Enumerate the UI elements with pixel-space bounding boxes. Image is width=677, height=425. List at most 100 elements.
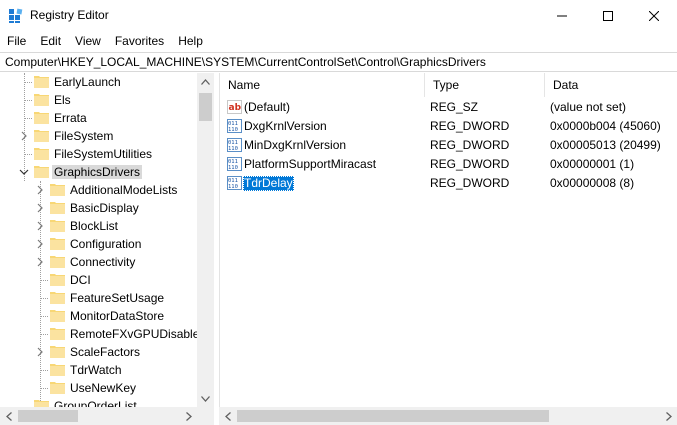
tree-item-filesystemutilities[interactable]: FileSystemUtilities (0, 145, 197, 163)
value-name: TdrDelay (243, 176, 294, 191)
svg-text:ab: ab (229, 103, 242, 113)
scroll-up-button[interactable] (197, 73, 214, 90)
folder-icon (50, 292, 65, 304)
tree-item-filesystem[interactable]: FileSystem (0, 127, 197, 145)
dword-value-icon: 011110 (227, 176, 242, 190)
chevron-right-icon[interactable] (19, 131, 29, 141)
values-list-pane[interactable]: Name Type Data ab (Default) REG_SZ (valu… (219, 73, 677, 407)
chevron-right-icon[interactable] (35, 239, 45, 249)
tree-item-featuresetusage[interactable]: FeatureSetUsage (0, 289, 197, 307)
tree-guide-line (24, 154, 32, 155)
tree-item-label: FileSystem (54, 129, 114, 143)
menu-favorites[interactable]: Favorites (108, 31, 171, 51)
maximize-button[interactable] (585, 0, 631, 31)
column-header-data[interactable]: Data (545, 73, 677, 97)
value-row-mindxgkrnlversion[interactable]: 011 110 MinDxgKrnlVersion REG_DWORD 0x000… (220, 136, 677, 155)
folder-icon (34, 112, 49, 124)
folder-icon (50, 220, 65, 232)
string-value-icon: ab (227, 100, 242, 114)
menu-edit[interactable]: Edit (33, 31, 68, 51)
scroll-down-button[interactable] (197, 390, 214, 407)
scroll-thumb[interactable] (18, 410, 78, 422)
menu-view[interactable]: View (68, 31, 108, 51)
tree-guide-line (40, 370, 48, 371)
folder-icon (34, 130, 49, 142)
close-button[interactable] (631, 0, 677, 31)
tree-item-label: TdrWatch (70, 363, 122, 377)
scroll-left-button[interactable] (0, 407, 17, 425)
folder-icon (34, 94, 49, 106)
tree-item-remotefxvgpudisabler[interactable]: RemoteFXvGPUDisabler (0, 325, 203, 343)
value-data: 0x0000b004 (45060) (550, 119, 661, 133)
chevron-right-icon[interactable] (35, 221, 45, 231)
window-title: Registry Editor (30, 8, 109, 22)
tree-item-label: Configuration (70, 237, 142, 251)
value-type: REG_SZ (430, 100, 479, 114)
tree-item-graphicsdrivers[interactable]: GraphicsDrivers (0, 163, 197, 181)
folder-icon (50, 382, 65, 394)
tree-guide-line (40, 280, 48, 281)
tree-item-earlylaunch[interactable]: EarlyLaunch (0, 73, 197, 91)
tree-item-tdrwatch[interactable]: TdrWatch (0, 361, 197, 379)
tree-item-dci[interactable]: DCI (0, 271, 197, 289)
menu-file[interactable]: File (0, 31, 33, 51)
tree-item-label: FeatureSetUsage (70, 291, 165, 305)
tree-item-label: FileSystemUtilities (54, 147, 153, 161)
tree-item-label: EarlyLaunch (54, 75, 121, 89)
svg-text:110: 110 (228, 146, 238, 152)
dword-value-icon: 011110 (227, 138, 242, 152)
tree-item-blocklist[interactable]: BlockList (0, 217, 197, 235)
tree-item-label: RemoteFXvGPUDisabler (70, 327, 204, 341)
tree-horizontal-scrollbar[interactable] (0, 407, 214, 425)
value-type: REG_DWORD (430, 176, 510, 190)
chevron-down-icon (201, 395, 210, 402)
value-row-platformsupportmiracast[interactable]: 011 110 PlatformSupportMiracast REG_DWORD… (220, 155, 677, 174)
tree-guide-line (40, 334, 48, 335)
tree-item-errata[interactable]: Errata (0, 109, 197, 127)
value-row-dxgkrnlversion[interactable]: 011 110 DxgKrnlVersion REG_DWORD 0x0000b0… (220, 117, 677, 136)
menu-help[interactable]: Help (171, 31, 210, 51)
folder-icon (50, 202, 65, 214)
svg-text:110: 110 (228, 127, 238, 133)
tree-item-label: Els (54, 93, 71, 107)
values-horizontal-scrollbar[interactable] (219, 407, 677, 425)
value-row-default[interactable]: ab (Default) REG_SZ (value not set) (220, 98, 677, 117)
chevron-down-icon[interactable] (19, 167, 29, 177)
scroll-thumb[interactable] (237, 410, 549, 422)
tree-item-monitordatastore[interactable]: MonitorDataStore (0, 307, 197, 325)
tree-item-additionalmodelists[interactable]: AdditionalModeLists (0, 181, 197, 199)
svg-text:110: 110 (228, 184, 238, 190)
key-tree-pane[interactable]: EarlyLaunch Els Errata FileSystem FileSy… (0, 73, 214, 425)
tree-item-configuration[interactable]: Configuration (0, 235, 197, 253)
column-header-type[interactable]: Type (425, 73, 545, 97)
tree-item-usenewkey[interactable]: UseNewKey (0, 379, 197, 397)
tree-item-label: Errata (54, 111, 87, 125)
menu-bar: File Edit View Favorites Help (0, 31, 677, 51)
chevron-right-icon[interactable] (35, 203, 45, 213)
value-data: 0x00000008 (8) (550, 176, 635, 190)
tree-item-label: DCI (70, 273, 91, 287)
chevron-right-icon (185, 411, 192, 421)
tree-item-connectivity[interactable]: Connectivity (0, 253, 197, 271)
tree-item-els[interactable]: Els (0, 91, 197, 109)
chevron-right-icon[interactable] (35, 185, 45, 195)
scroll-right-button[interactable] (180, 407, 197, 425)
chevron-right-icon[interactable] (35, 257, 45, 267)
tree-item-basicdisplay[interactable]: BasicDisplay (0, 199, 197, 217)
scroll-thumb[interactable] (199, 93, 212, 121)
tree-vertical-scrollbar[interactable] (197, 73, 214, 407)
tree-guide-line (40, 316, 48, 317)
chevron-right-icon[interactable] (35, 347, 45, 357)
minimize-button[interactable] (539, 0, 585, 31)
address-bar[interactable]: Computer\HKEY_LOCAL_MACHINE\SYSTEM\Curre… (0, 52, 677, 72)
chevron-right-icon (665, 411, 672, 421)
column-header-name[interactable]: Name (220, 73, 425, 97)
maximize-icon (603, 10, 613, 21)
tree-item-scalefactors[interactable]: ScaleFactors (0, 343, 197, 361)
title-bar[interactable]: Registry Editor (0, 0, 677, 31)
scroll-left-button[interactable] (219, 407, 236, 425)
tree-guide-line (24, 100, 32, 101)
value-row-tdrdelay[interactable]: 011 110 TdrDelay REG_DWORD 0x00000008 (8) (220, 174, 677, 193)
scroll-right-button[interactable] (660, 407, 677, 425)
dword-value-icon: 011110 (227, 119, 242, 133)
